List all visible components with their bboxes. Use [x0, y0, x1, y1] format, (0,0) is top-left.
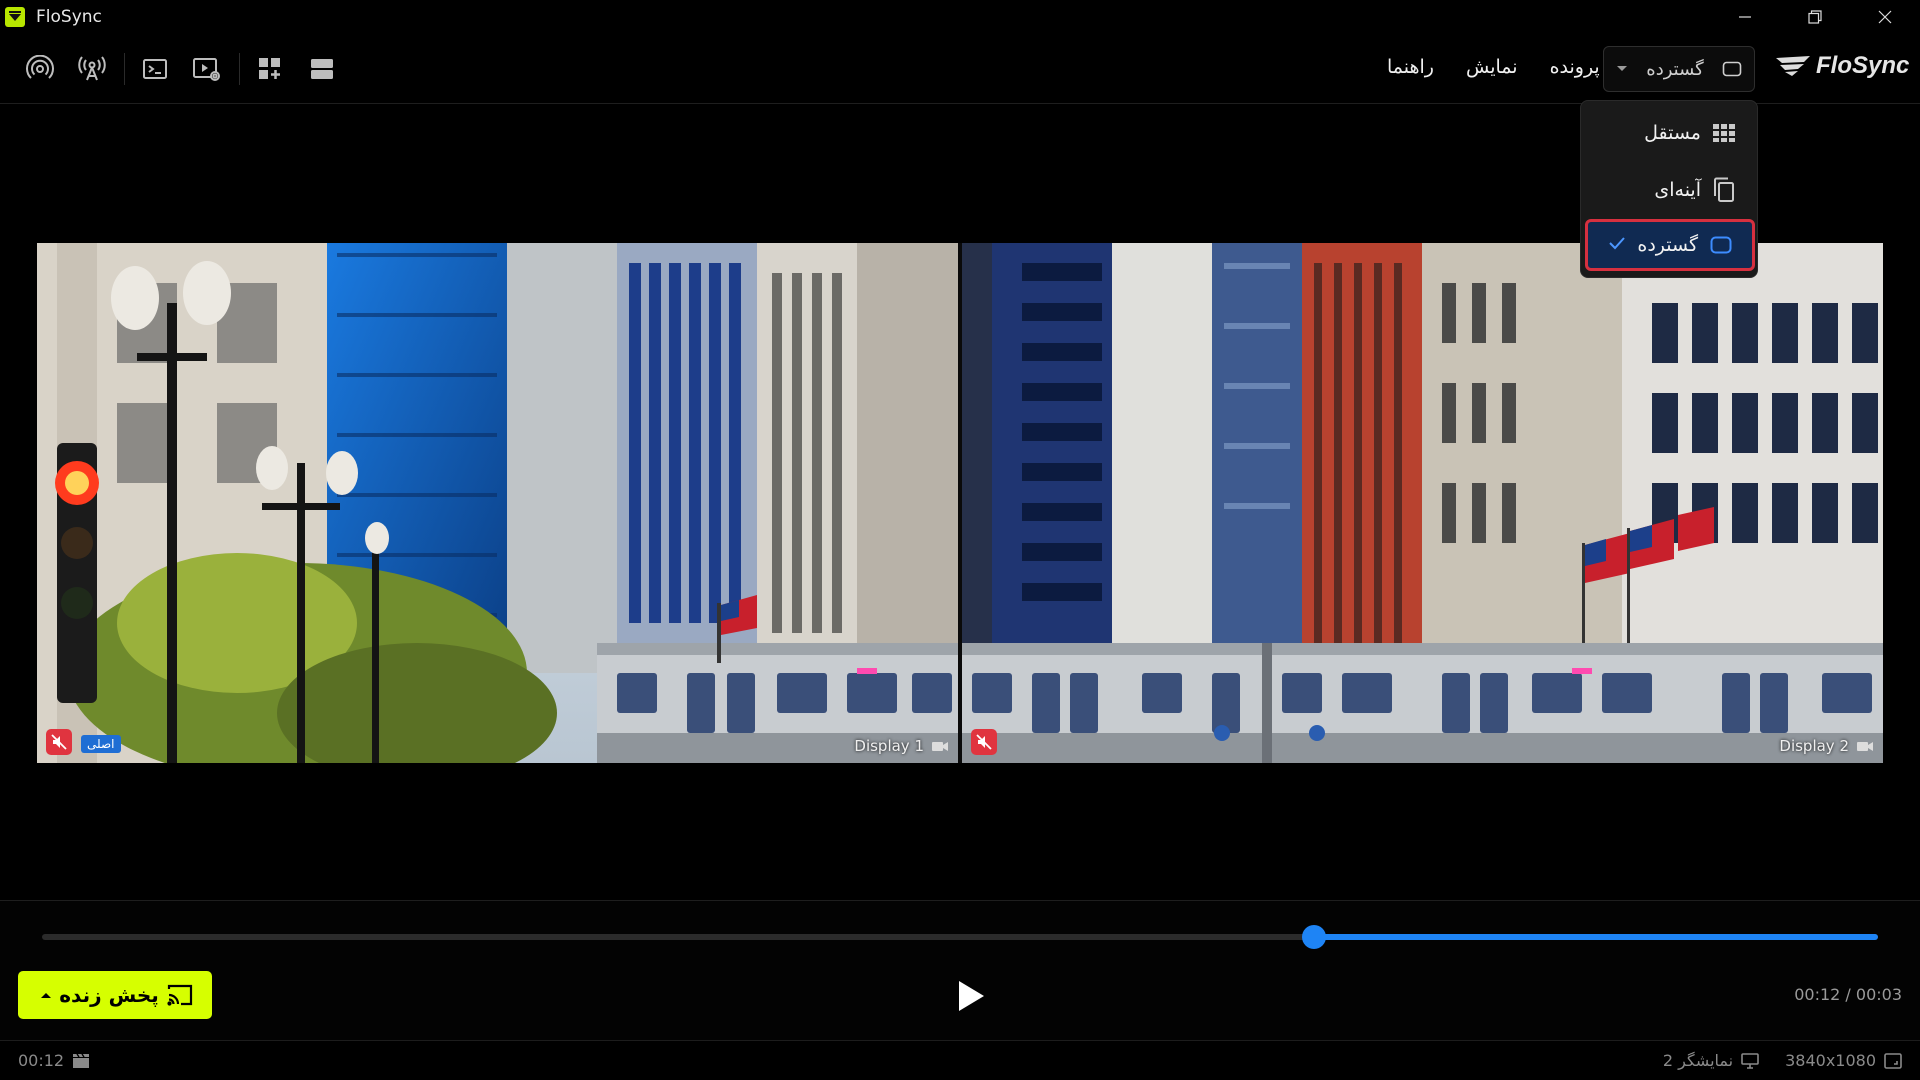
- mode-option-independent[interactable]: مستقل: [1585, 107, 1755, 159]
- monitor-icon: [1741, 1052, 1759, 1069]
- brand-name: FloSync: [1816, 52, 1910, 79]
- restore-icon: [1808, 10, 1822, 24]
- antenna-button[interactable]: [72, 50, 112, 88]
- mute-toggle-display-2[interactable]: [971, 729, 997, 755]
- mode-option-mirror[interactable]: آینه‌ای: [1585, 164, 1755, 216]
- app-title: FloSync: [36, 7, 102, 27]
- close-button[interactable]: [1850, 0, 1920, 34]
- display-2-preview[interactable]: Display 2: [962, 243, 1883, 763]
- chevron-down-icon: [1617, 66, 1627, 71]
- camera-icon: [1857, 741, 1873, 751]
- seek-bar-fill: [1314, 934, 1878, 940]
- display-count-label: 2 نمایشگر: [1662, 1051, 1734, 1070]
- minimize-button[interactable]: [1710, 0, 1780, 34]
- toolbar-divider: [239, 53, 240, 85]
- display-1-preview[interactable]: اصلی Display 1: [37, 243, 958, 763]
- display-2-label: Display 2: [1779, 737, 1873, 755]
- resolution-info: 3840x1080: [1785, 1051, 1902, 1070]
- play-icon[interactable]: [956, 979, 986, 1013]
- close-icon: [1878, 10, 1892, 24]
- screen-icon: [1710, 236, 1732, 254]
- copy-icon: [1714, 177, 1734, 202]
- clip-duration: 00:12: [18, 1051, 65, 1070]
- display-count: 2 نمایشگر: [1663, 1051, 1759, 1070]
- live-broadcast-button[interactable]: پخش زنده: [18, 971, 212, 1019]
- rows-layout-button[interactable]: [302, 50, 342, 88]
- seek-bar[interactable]: [42, 925, 1878, 949]
- mode-option-label: گسترده: [1637, 234, 1698, 256]
- time-readout: 00:12 / 00:03: [1794, 985, 1902, 1004]
- title-bar: FloSync: [0, 0, 1920, 34]
- mode-option-label: مستقل: [1644, 122, 1701, 144]
- menu-view[interactable]: نمایش: [1466, 56, 1518, 78]
- city-scene-image: [37, 243, 958, 763]
- rows-icon: [311, 59, 333, 79]
- app-logo-icon: [5, 7, 25, 27]
- city-scene-image: [962, 243, 1883, 763]
- display-1-label: Display 1: [854, 737, 948, 755]
- video-settings-button[interactable]: [187, 50, 227, 88]
- mute-toggle-display-1[interactable]: [46, 729, 72, 755]
- mode-dropdown-menu: مستقل آینه‌ای گسترده: [1580, 100, 1758, 278]
- terminal-button[interactable]: [135, 50, 175, 88]
- brand-logo: FloSync: [1774, 52, 1909, 80]
- broadcast-button[interactable]: [20, 50, 60, 88]
- menu-file[interactable]: پرونده: [1550, 56, 1600, 78]
- mode-select[interactable]: گسترده: [1603, 46, 1755, 92]
- camera-icon: [932, 741, 948, 751]
- toolbar-divider: [124, 53, 125, 85]
- menu-help[interactable]: راهنما: [1387, 56, 1434, 78]
- brand-wing-icon: [1776, 56, 1810, 76]
- live-broadcast-label: پخش زنده: [59, 983, 159, 1007]
- antenna-icon: [78, 56, 106, 81]
- primary-display-badge: اصلی: [81, 735, 121, 753]
- restore-button[interactable]: [1780, 0, 1850, 34]
- mode-select-label: گسترده: [1646, 58, 1704, 80]
- resolution-label: 3840x1080: [1785, 1051, 1876, 1070]
- video-settings-icon: [193, 58, 220, 81]
- seek-bar-thumb[interactable]: [1302, 925, 1326, 949]
- display-name: Display 1: [854, 737, 924, 755]
- muted-speaker-icon: [976, 734, 992, 750]
- grid-icon: [1713, 124, 1735, 142]
- muted-speaker-icon: [51, 734, 67, 750]
- grid-add-button[interactable]: [250, 50, 290, 88]
- check-icon: [1609, 237, 1625, 250]
- terminal-icon: [143, 59, 167, 79]
- minimize-icon: [1739, 16, 1751, 18]
- aspect-ratio-icon: [1884, 1052, 1902, 1069]
- mode-option-label: آینه‌ای: [1654, 179, 1701, 201]
- display-name: Display 2: [1779, 737, 1849, 755]
- chevron-up-icon: [41, 993, 51, 998]
- status-bar: 00:12 2 نمایشگر 3840x1080: [0, 1040, 1920, 1080]
- clapperboard-icon: [73, 1053, 90, 1068]
- display-preview: اصلی Display 1 Display 2: [37, 243, 1883, 763]
- mode-option-extended[interactable]: گسترده: [1585, 219, 1755, 271]
- cast-icon: [167, 984, 193, 1006]
- main-toolbar: پرونده نمایش راهنما گسترده FloSync: [0, 34, 1920, 104]
- playback-controls: پخش زنده 00:12 / 00:03: [0, 900, 1920, 1040]
- screen-icon: [1722, 61, 1742, 77]
- broadcast-icon: [26, 55, 54, 79]
- grid-add-icon: [259, 58, 280, 79]
